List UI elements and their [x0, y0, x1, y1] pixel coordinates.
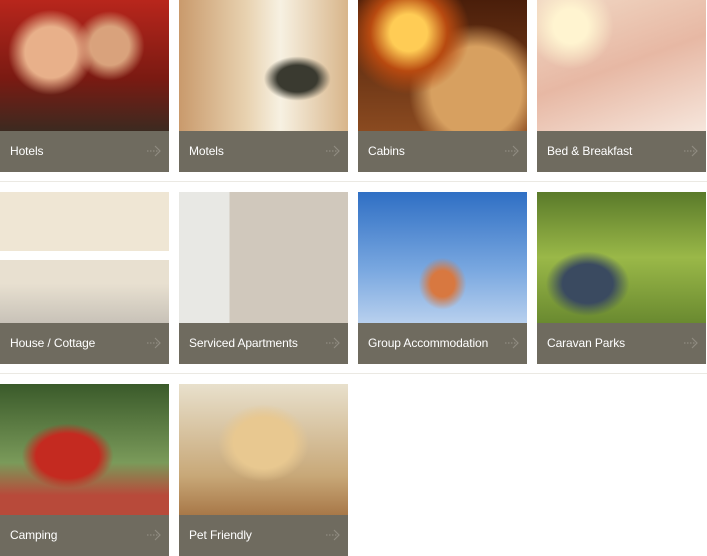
tile-label: Caravan Parks — [547, 336, 626, 350]
tile-label-bar[interactable]: Bed & Breakfast — [537, 131, 706, 172]
row-divider — [0, 181, 707, 182]
tile-photo[interactable] — [0, 384, 169, 515]
arrow-right-icon — [147, 337, 161, 349]
tile-label: Pet Friendly — [189, 528, 252, 542]
tile-label: Hotels — [10, 144, 44, 158]
tile-camping[interactable]: Camping — [0, 384, 169, 556]
tile-caravan-parks[interactable]: Caravan Parks — [537, 192, 706, 364]
tile-photo[interactable] — [537, 0, 706, 131]
arrow-right-icon — [326, 529, 340, 541]
tile-pet-friendly[interactable]: Pet Friendly — [179, 384, 348, 556]
tile-photo[interactable] — [0, 0, 169, 131]
tile-photo[interactable] — [358, 0, 527, 131]
arrow-right-icon — [147, 529, 161, 541]
tile-photo[interactable] — [358, 192, 527, 323]
tile-cabins[interactable]: Cabins — [358, 0, 527, 172]
tile-bed-breakfast[interactable]: Bed & Breakfast — [537, 0, 706, 172]
tile-label-bar[interactable]: Hotels — [0, 131, 169, 172]
tile-label: House / Cottage — [10, 336, 96, 350]
arrow-right-icon — [326, 337, 340, 349]
tile-photo[interactable] — [179, 384, 348, 515]
tile-label: Cabins — [368, 144, 405, 158]
arrow-right-icon — [684, 337, 698, 349]
tile-label: Motels — [189, 144, 224, 158]
tile-label: Serviced Apartments — [189, 336, 298, 350]
row-divider — [0, 373, 707, 374]
tile-group-accommodation[interactable]: Group Accommodation — [358, 192, 527, 364]
tile-motels[interactable]: Motels — [179, 0, 348, 172]
tile-label-bar[interactable]: Pet Friendly — [179, 515, 348, 556]
tile-photo[interactable] — [537, 192, 706, 323]
tile-serviced-apartments[interactable]: Serviced Apartments — [179, 192, 348, 364]
arrow-right-icon — [505, 337, 519, 349]
tile-hotels[interactable]: Hotels — [0, 0, 169, 172]
tile-label-bar[interactable]: Camping — [0, 515, 169, 556]
tile-label-bar[interactable]: House / Cottage — [0, 323, 169, 364]
arrow-right-icon — [147, 145, 161, 157]
tile-label: Group Accommodation — [368, 336, 489, 350]
arrow-right-icon — [326, 145, 340, 157]
tile-label: Camping — [10, 528, 58, 542]
tile-photo[interactable] — [179, 192, 348, 323]
tile-house-cottage[interactable]: House / Cottage — [0, 192, 169, 364]
tile-label-bar[interactable]: Group Accommodation — [358, 323, 527, 364]
tile-label-bar[interactable]: Motels — [179, 131, 348, 172]
tile-photo[interactable] — [0, 192, 169, 323]
tile-label-bar[interactable]: Cabins — [358, 131, 527, 172]
tile-label-bar[interactable]: Serviced Apartments — [179, 323, 348, 364]
tile-label: Bed & Breakfast — [547, 144, 633, 158]
tile-label-bar[interactable]: Caravan Parks — [537, 323, 706, 364]
arrow-right-icon — [505, 145, 519, 157]
arrow-right-icon — [684, 145, 698, 157]
tile-photo[interactable] — [179, 0, 348, 131]
